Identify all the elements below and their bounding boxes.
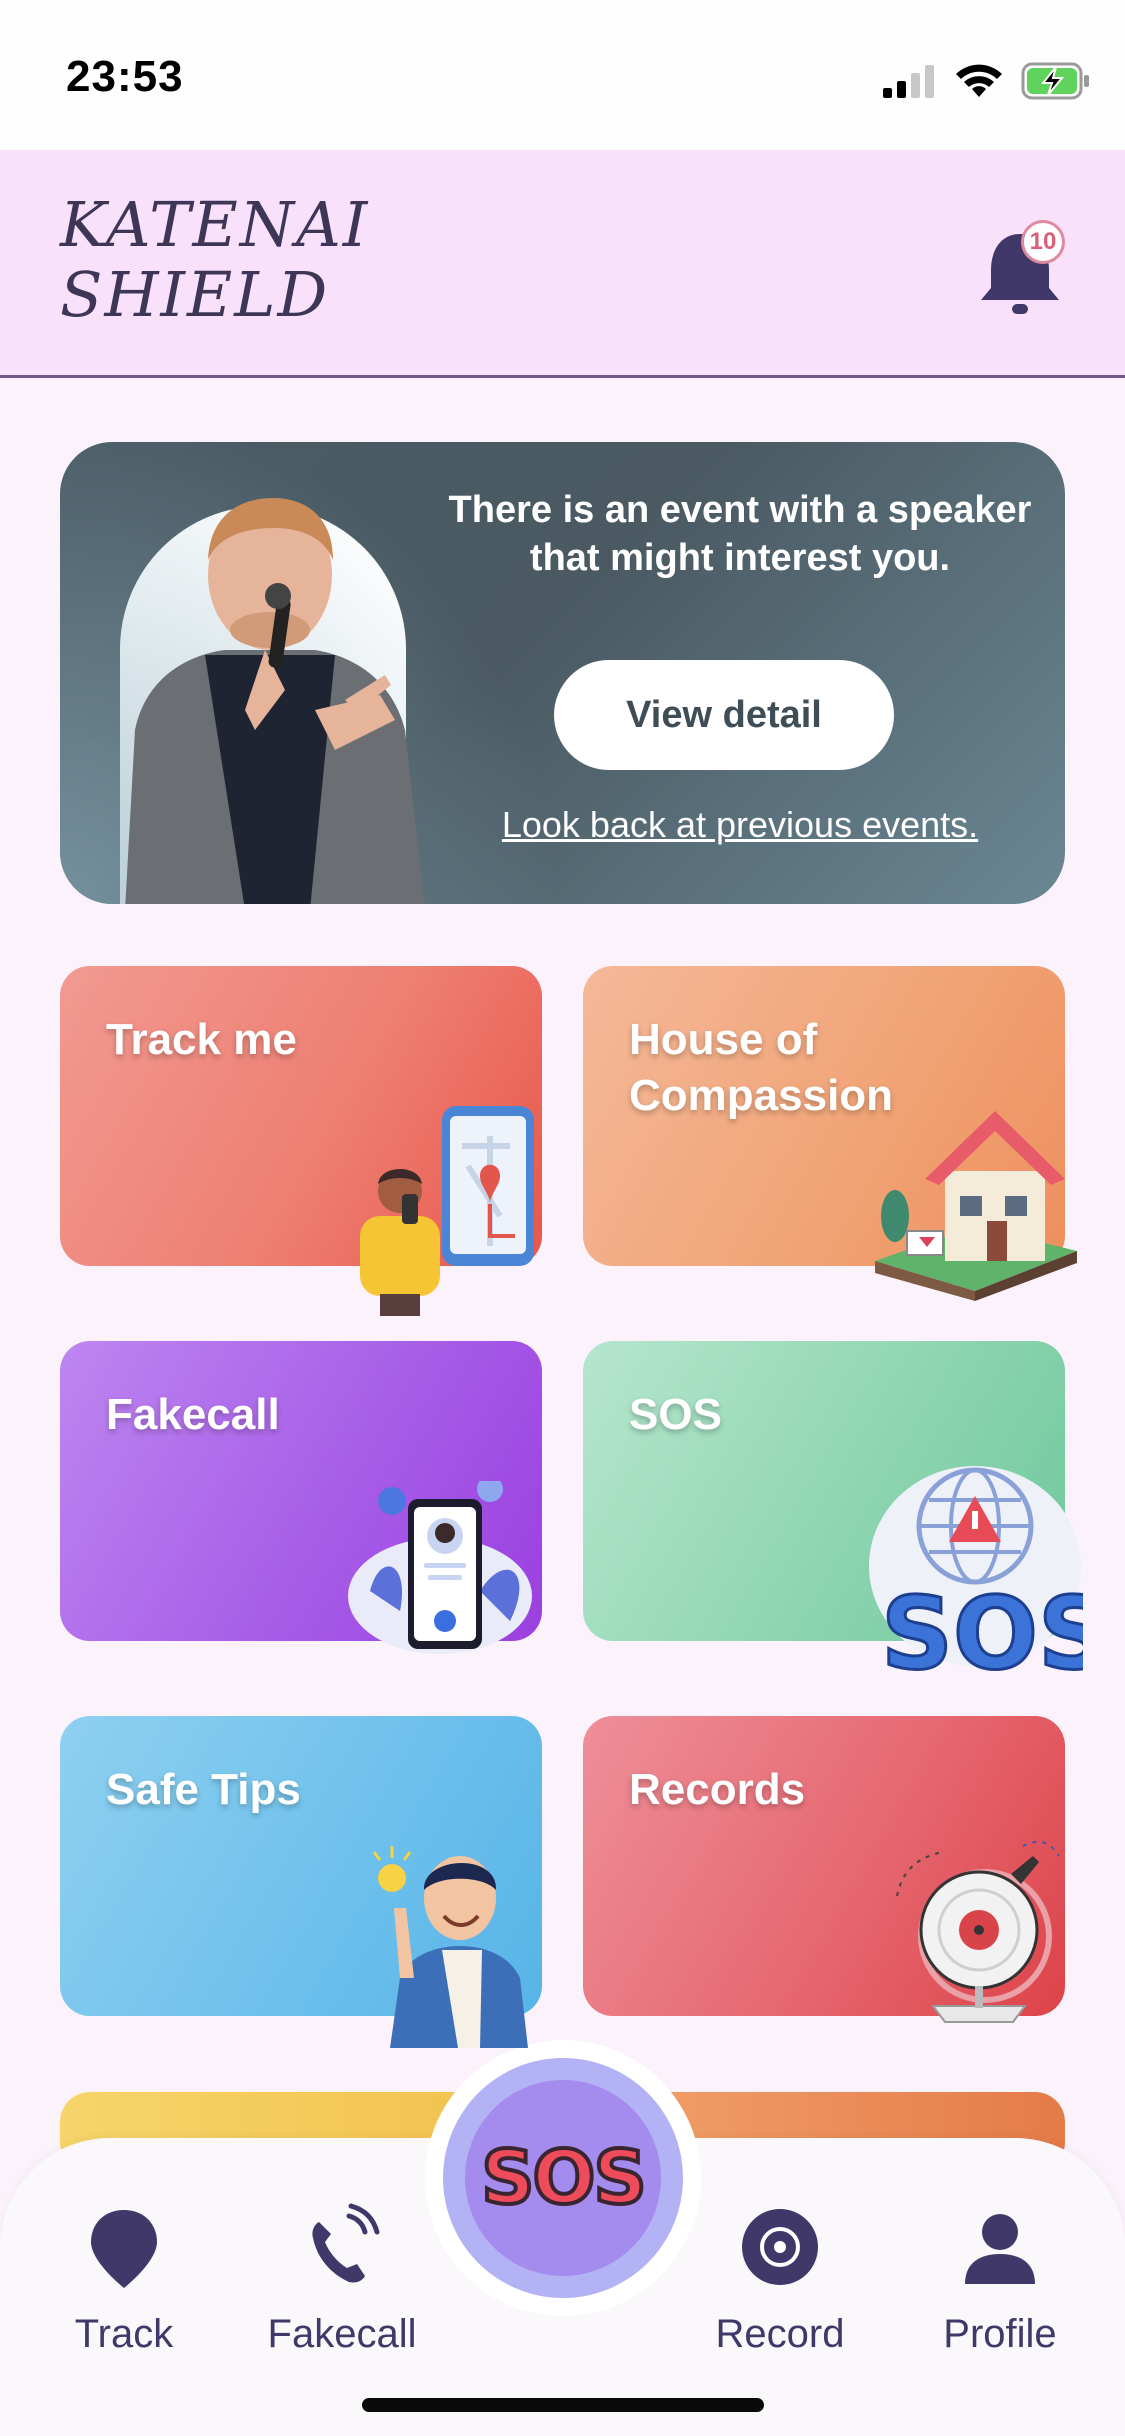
user-profile-icon — [965, 2214, 1035, 2284]
logo-line-1: KATENAI — [60, 188, 370, 261]
sos-button-core: SOS — [465, 2080, 661, 2276]
nav-label: Fakecall — [267, 2312, 417, 2356]
house-illustration — [875, 1111, 1077, 1301]
speaker-image — [125, 498, 425, 904]
sos-button-ring: SOS — [443, 2058, 683, 2298]
track-me-card[interactable]: Track me — [60, 966, 542, 1316]
status-time: 23:53 — [66, 52, 184, 101]
fakecall-card[interactable]: Fakecall — [60, 1341, 542, 1654]
status-icons — [883, 58, 1091, 104]
safe-tips-card[interactable]: Safe Tips — [60, 1716, 542, 2048]
event-banner: There is an event with a speaker that mi… — [60, 442, 1065, 904]
card-label: Records — [629, 1765, 806, 1814]
nav-fakecall[interactable]: Fakecall — [252, 2202, 432, 2357]
home-indicator[interactable] — [362, 2398, 764, 2412]
cellular-signal-icon — [883, 65, 934, 98]
notification-badge: 10 — [1021, 220, 1065, 264]
card-label: Safe Tips — [106, 1765, 301, 1814]
phone-call-illustration — [348, 1481, 532, 1654]
svg-text:SOS: SOS — [881, 1575, 1083, 1686]
view-detail-button[interactable]: View detail — [554, 660, 894, 770]
nav-label: Track — [74, 2312, 174, 2356]
nav-record[interactable]: Record — [690, 2202, 870, 2357]
sos-card[interactable]: SOS SOS — [583, 1341, 1083, 1686]
nav-label: Record — [715, 2312, 845, 2356]
sos-button-label: SOS — [479, 2133, 648, 2223]
record-icon — [742, 2209, 818, 2285]
nav-track[interactable]: Track — [34, 2202, 214, 2357]
logo-line-2: SHIELD — [60, 258, 330, 331]
sos-button[interactable]: SOS — [425, 2040, 701, 2316]
battery-charging-icon — [1021, 62, 1089, 100]
app-header: KATENAI SHIELD 10 — [0, 150, 1125, 378]
card-label: SOS — [629, 1390, 722, 1439]
notifications-button[interactable]: 10 — [975, 220, 1065, 320]
card-label: House of Compassion — [629, 1015, 894, 1120]
nav-label: Profile — [943, 2312, 1057, 2356]
event-message: There is an event with a speaker that mi… — [448, 489, 1032, 579]
tracking-map-illustration — [360, 1106, 534, 1316]
status-bar: 23:53 — [0, 0, 1125, 150]
vinyl-record-illustration — [896, 1840, 1060, 2023]
sos-globe-illustration: SOS — [869, 1466, 1083, 1686]
tip-person-illustration — [372, 1846, 528, 2048]
records-card[interactable]: Records — [583, 1716, 1065, 2023]
nav-profile[interactable]: Profile — [910, 2202, 1090, 2357]
card-label: Track me — [106, 1015, 297, 1064]
app-logo: KATENAI SHIELD — [60, 190, 369, 330]
previous-events-link[interactable]: Look back at previous events. — [440, 804, 1040, 846]
phone-ringing-icon — [312, 2203, 380, 2283]
wifi-icon — [956, 64, 1002, 97]
house-of-compassion-card[interactable]: House of Compassion — [583, 966, 1077, 1301]
card-label: Fakecall — [106, 1390, 280, 1439]
location-pin-icon — [91, 2210, 157, 2288]
